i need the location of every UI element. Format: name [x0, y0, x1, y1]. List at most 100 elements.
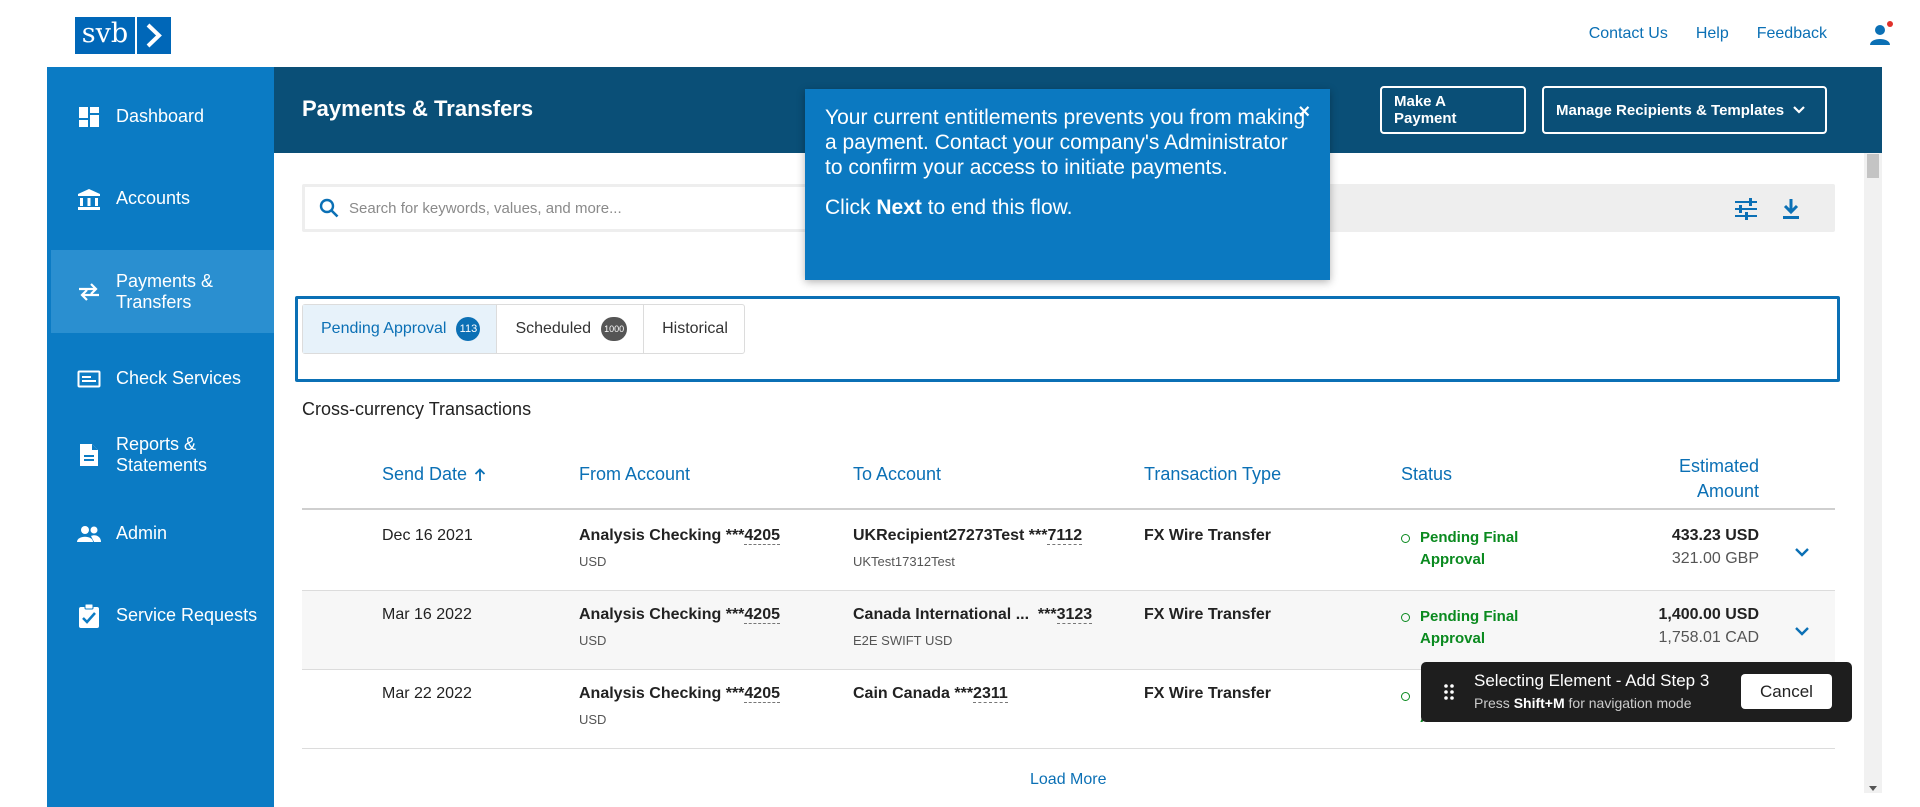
column-header-status[interactable]: Status — [1401, 464, 1452, 485]
account-name: Analysis Checking *** — [579, 606, 745, 623]
column-header-transaction-type[interactable]: Transaction Type — [1144, 464, 1281, 485]
page-title: Payments & Transfers — [302, 96, 534, 121]
status-circle-icon — [1401, 613, 1410, 622]
instruction-text: Click — [825, 196, 877, 219]
sidebar-item-label: Payments & Transfers — [116, 270, 214, 312]
make-payment-button[interactable]: Make A Payment — [1380, 86, 1526, 134]
sidebar: Dashboard Accounts Payments & Transfers … — [47, 67, 274, 807]
people-icon — [74, 522, 104, 546]
column-header-send-date[interactable]: Send Date — [382, 464, 486, 485]
send-date: Mar 16 2022 — [382, 606, 472, 623]
load-more-link[interactable]: Load More — [1030, 771, 1107, 789]
top-links: Contact Us Help Feedback — [1589, 21, 1920, 46]
user-profile-icon[interactable] — [1869, 21, 1893, 45]
from-account: Analysis Checking ***4205 USD — [579, 606, 780, 648]
column-header-estimated-amount[interactable]: Estimated Amount — [1640, 454, 1759, 504]
table-header-divider — [302, 508, 1835, 510]
account-name: Canada International ... *** — [853, 606, 1057, 623]
expand-chevron-icon[interactable] — [1792, 542, 1812, 562]
to-account: UKRecipient27273Test ***7112 UKTest17312… — [853, 527, 1083, 569]
to-account: Cain Canada ***2311 — [853, 685, 1008, 703]
status-text: Pending Final — [1420, 529, 1519, 546]
sidebar-item-check-services[interactable]: Check Services — [47, 356, 274, 401]
column-header-from-account[interactable]: From Account — [579, 464, 690, 485]
sort-ascending-icon — [474, 467, 486, 482]
contact-us-link[interactable]: Contact Us — [1589, 25, 1668, 43]
account-name: Analysis Checking *** — [579, 527, 745, 544]
tab-historical[interactable]: Historical — [644, 305, 744, 353]
status-circle-icon — [1401, 534, 1410, 543]
manage-recipients-dropdown[interactable]: Manage Recipients & Templates — [1542, 86, 1827, 134]
transaction-type: FX Wire Transfer — [1144, 527, 1272, 544]
bank-icon — [74, 187, 104, 211]
download-icon[interactable] — [1778, 196, 1804, 222]
account-number: 4205 — [744, 527, 780, 545]
hint-text: Press — [1474, 695, 1514, 711]
close-icon[interactable]: × — [1298, 101, 1310, 124]
hint-key: Shift+M — [1513, 695, 1565, 711]
entitlement-tooltip: Your current entitlements prevents you f… — [805, 89, 1330, 280]
tab-bar: Pending Approval 113 Scheduled 1000 Hist… — [302, 304, 745, 354]
scrollbar-thumb[interactable] — [1867, 154, 1879, 178]
svb-logo[interactable]: svb — [75, 17, 171, 54]
sidebar-item-label: Accounts — [116, 188, 191, 208]
notification-dot — [1887, 21, 1893, 27]
status-text: Pending Final — [1420, 608, 1519, 625]
drag-handle-icon[interactable] — [1443, 684, 1455, 705]
sidebar-item-accounts[interactable]: Accounts — [47, 176, 274, 221]
scroll-down-arrow-icon[interactable] — [1869, 786, 1877, 791]
sidebar-item-dashboard[interactable]: Dashboard — [47, 94, 274, 139]
tab-scheduled[interactable]: Scheduled 1000 — [497, 305, 645, 353]
expand-chevron-icon[interactable] — [1792, 621, 1812, 641]
currency: USD — [579, 633, 607, 648]
sidebar-item-payments-transfers[interactable]: Payments & Transfers — [51, 250, 274, 333]
feedback-link[interactable]: Feedback — [1757, 25, 1827, 43]
vertical-scrollbar[interactable] — [1864, 153, 1882, 793]
account-name: Cain Canada *** — [853, 685, 974, 702]
cancel-button[interactable]: Cancel — [1741, 674, 1832, 709]
account-name: Analysis Checking *** — [579, 685, 745, 702]
sidebar-item-admin[interactable]: Admin — [47, 511, 274, 556]
recipient-detail: E2E SWIFT USD — [853, 633, 953, 648]
tab-label: Scheduled — [515, 320, 592, 337]
sidebar-item-label: Check Services — [116, 368, 242, 388]
transaction-type: FX Wire Transfer — [1144, 606, 1272, 623]
sidebar-item-service-requests[interactable]: Service Requests — [47, 593, 274, 638]
currency: USD — [579, 554, 607, 569]
account-number: 3123 — [1056, 606, 1093, 624]
logo-text: svb — [75, 17, 135, 54]
sidebar-item-label: Reports & Statements — [116, 433, 208, 475]
column-header-label: Send Date — [382, 464, 468, 484]
from-account: Analysis Checking ***4205 USD — [579, 685, 780, 727]
send-date: Mar 22 2022 — [382, 685, 472, 702]
tab-pending-approval[interactable]: Pending Approval 113 — [303, 305, 498, 353]
logo-chevron-icon — [137, 17, 171, 54]
help-link[interactable]: Help — [1696, 25, 1729, 43]
transfer-arrows-icon — [74, 280, 104, 304]
check-icon — [74, 367, 104, 391]
column-header-to-account[interactable]: To Account — [853, 464, 941, 485]
currency: USD — [579, 712, 607, 727]
account-number: 2311 — [973, 685, 1008, 703]
toast-title: Selecting Element - Add Step 3 — [1474, 671, 1710, 690]
dashboard-icon — [74, 105, 104, 129]
amount-primary: 433.23 USD — [1671, 527, 1759, 544]
table-row[interactable]: Dec 16 2021 Analysis Checking ***4205 US… — [302, 512, 1835, 591]
selection-mode-toast: Selecting Element - Add Step 3 Press Shi… — [1421, 662, 1852, 722]
search-input[interactable] — [349, 199, 809, 217]
account-name: UKRecipient27273Test *** — [853, 527, 1048, 544]
table-row[interactable]: Mar 16 2022 Analysis Checking ***4205 US… — [302, 591, 1835, 670]
filter-sliders-icon[interactable] — [1733, 196, 1759, 222]
status-text: Approval — [1420, 551, 1486, 568]
amount-secondary: 1,758.01 CAD — [1658, 629, 1759, 646]
tab-label: Historical — [662, 320, 728, 337]
to-account: Canada International ... ***3123 E2E SWI… — [853, 606, 1093, 648]
sidebar-item-reports-statements[interactable]: Reports & Statements — [47, 422, 274, 487]
search-field[interactable] — [305, 187, 825, 229]
toast-hint: Press Shift+M for navigation mode — [1474, 695, 1692, 711]
status-circle-icon — [1401, 692, 1410, 701]
transaction-type: FX Wire Transfer — [1144, 685, 1272, 702]
search-icon — [319, 198, 339, 218]
tooltip-instruction: Click Next to end this flow. — [825, 195, 1310, 220]
status-badge: Pending Final Approval — [1401, 606, 1518, 650]
